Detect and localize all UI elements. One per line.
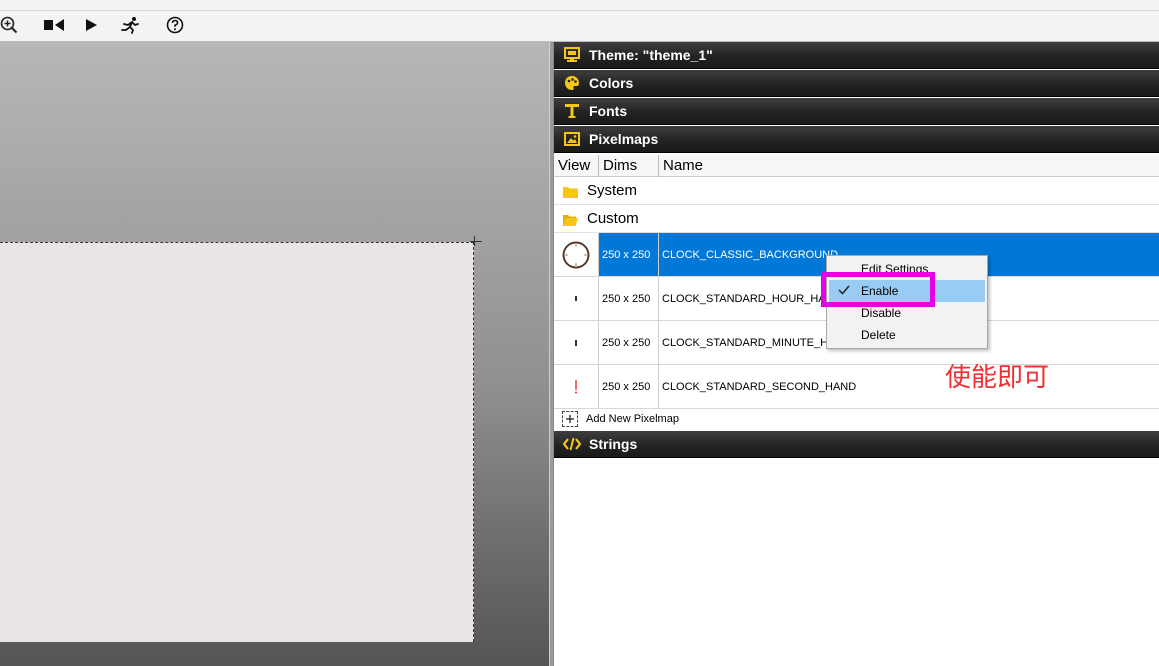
folder-open-icon bbox=[563, 213, 578, 226]
annotation-text: 使能即可 bbox=[945, 363, 1050, 393]
column-dims[interactable]: Dims bbox=[603, 157, 637, 174]
section-fonts-label: Fonts bbox=[589, 103, 628, 119]
add-new-pixelmap-label: Add New Pixelmap bbox=[586, 413, 679, 425]
resource-panel: Theme: "theme_1" Colors Fonts Pixelmaps … bbox=[553, 42, 1159, 666]
folder-custom-label: Custom bbox=[587, 210, 639, 227]
font-icon bbox=[563, 102, 581, 120]
pixelmap-table-header: View Dims Name bbox=[554, 155, 1159, 177]
menu-item-label: Delete bbox=[861, 328, 896, 342]
section-pixelmaps-label: Pixelmaps bbox=[589, 131, 659, 147]
column-name[interactable]: Name bbox=[663, 157, 703, 174]
pixelmap-dims: 250 x 250 bbox=[599, 233, 659, 276]
clock-thumbnail-icon bbox=[562, 241, 590, 268]
folder-custom[interactable]: Custom bbox=[554, 205, 1159, 233]
section-strings[interactable]: Strings bbox=[554, 431, 1159, 458]
record-stop-icon[interactable] bbox=[43, 14, 65, 36]
add-icon bbox=[562, 411, 578, 427]
design-surface[interactable] bbox=[0, 242, 474, 642]
section-pixelmaps[interactable]: Pixelmaps bbox=[554, 126, 1159, 153]
column-divider bbox=[598, 155, 599, 177]
add-new-pixelmap-button[interactable]: Add New Pixelmap bbox=[554, 408, 1159, 430]
corner-marker bbox=[470, 241, 482, 242]
section-strings-label: Strings bbox=[589, 436, 638, 452]
pixelmap-thumbnail bbox=[554, 277, 599, 320]
pixelmap-thumbnail bbox=[554, 365, 599, 408]
pixelmap-name: CLOCK_STANDARD_MINUTE_HAND bbox=[662, 336, 852, 349]
code-icon bbox=[563, 435, 581, 453]
app-window: Theme: "theme_1" Colors Fonts Pixelmaps … bbox=[0, 0, 1159, 666]
palette-icon bbox=[563, 74, 581, 92]
second-hand-thumbnail-icon bbox=[575, 379, 577, 393]
toolbar-divider bbox=[0, 10, 1159, 11]
minute-hand-thumbnail-icon bbox=[575, 339, 577, 346]
pixelmap-thumbnail bbox=[554, 233, 599, 276]
pixelmap-name: CLOCK_STANDARD_HOUR_HAND bbox=[662, 292, 842, 305]
folder-icon bbox=[563, 185, 578, 198]
section-theme-label: Theme: "theme_1" bbox=[589, 47, 713, 63]
folder-system-label: System bbox=[587, 182, 638, 199]
section-fonts[interactable]: Fonts bbox=[554, 98, 1159, 125]
pixelmap-dims: 250 x 250 bbox=[599, 321, 659, 364]
pixelmap-thumbnail bbox=[554, 321, 599, 364]
pixelmap-row[interactable]: 250 x 250 CLOCK_STANDARD_SECOND_HAND bbox=[554, 365, 1159, 409]
corner-marker bbox=[474, 236, 475, 246]
callout-highlight-box bbox=[821, 272, 935, 307]
monitor-icon bbox=[563, 46, 581, 64]
column-view[interactable]: View bbox=[558, 157, 590, 174]
pixelmap-dims: 250 x 250 bbox=[599, 277, 659, 320]
section-theme[interactable]: Theme: "theme_1" bbox=[554, 42, 1159, 69]
menu-item-delete[interactable]: Delete bbox=[827, 324, 987, 346]
toolbar bbox=[0, 0, 1159, 42]
section-colors[interactable]: Colors bbox=[554, 70, 1159, 97]
hour-hand-thumbnail-icon bbox=[575, 295, 577, 301]
section-colors-label: Colors bbox=[589, 75, 634, 91]
menu-item-label: Disable bbox=[861, 306, 902, 320]
pixelmap-name: CLOCK_CLASSIC_BACKGROUND bbox=[662, 248, 839, 261]
help-icon[interactable] bbox=[164, 14, 186, 36]
pixelmap-name: CLOCK_STANDARD_SECOND_HAND bbox=[662, 380, 857, 393]
zoom-in-icon[interactable] bbox=[0, 14, 20, 36]
image-icon bbox=[563, 130, 581, 148]
run-icon[interactable] bbox=[119, 14, 141, 36]
folder-system[interactable]: System bbox=[554, 177, 1159, 205]
play-icon[interactable] bbox=[80, 14, 102, 36]
column-divider bbox=[658, 155, 659, 177]
pixelmap-dims: 250 x 250 bbox=[599, 365, 659, 408]
